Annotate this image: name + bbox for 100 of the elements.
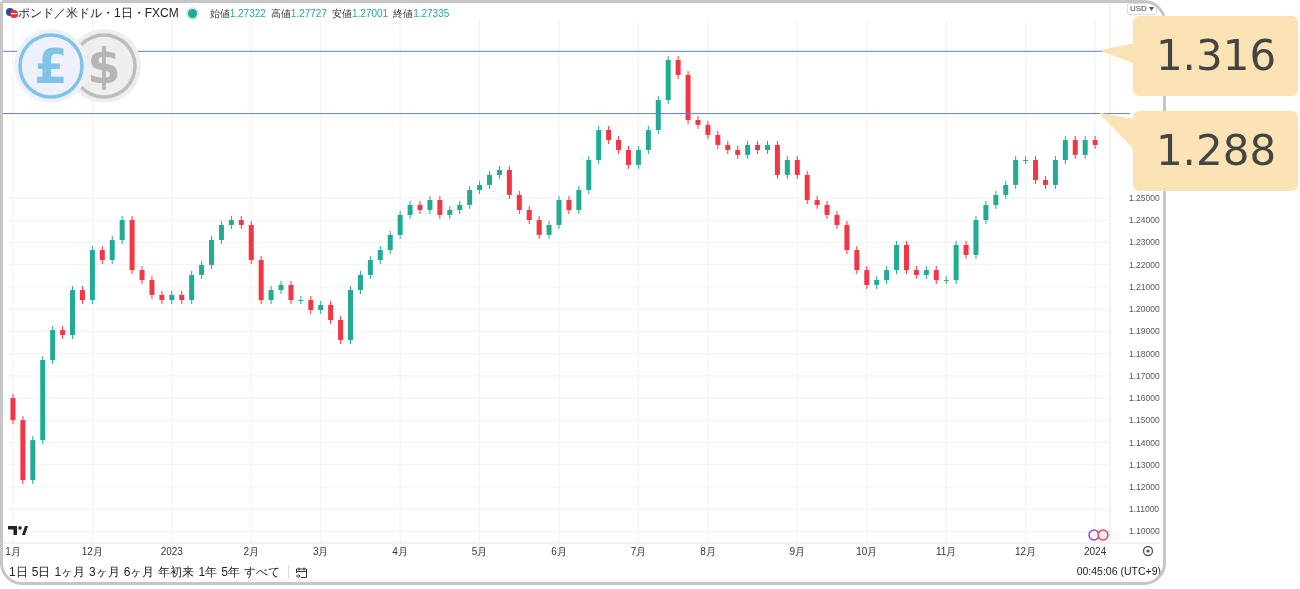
candlestick <box>794 155 800 180</box>
candlestick <box>943 275 949 285</box>
candlestick <box>209 235 214 270</box>
candlestick <box>20 415 26 485</box>
time-axis-label: 11月 <box>936 546 957 557</box>
time-axis-label: 2023 <box>160 546 183 557</box>
range-button[interactable]: 6ヶ月 <box>121 564 157 580</box>
candlestick <box>467 185 473 210</box>
candlestick <box>308 295 314 315</box>
candlestick <box>1042 175 1048 190</box>
candlestick <box>566 195 572 215</box>
candlestick <box>665 55 671 105</box>
price-callout: 1.316 <box>1099 16 1298 96</box>
candlestick <box>387 230 393 255</box>
settings-icon[interactable] <box>1142 545 1154 557</box>
ohlc-value: 1.27001 <box>352 6 389 21</box>
candlestick <box>556 195 562 230</box>
candlestick <box>804 170 810 205</box>
candlestick <box>834 210 840 230</box>
range-button[interactable]: 1日 <box>7 564 30 580</box>
candlestick <box>874 275 880 290</box>
candlestick <box>119 215 125 245</box>
ohlc-label: 高値 <box>270 6 291 21</box>
chart-title: ポンド／米ドル・1日・FXCM <box>18 5 179 22</box>
candlestick <box>1052 155 1058 190</box>
price-axis-label: 1.17000 <box>1129 370 1160 381</box>
candlestick <box>318 300 324 315</box>
candlestick <box>635 145 641 170</box>
price-axis-label: 1.18000 <box>1129 348 1160 359</box>
candlestick <box>89 245 95 305</box>
price-axis-label: 1.21000 <box>1129 281 1160 292</box>
currency-dropdown[interactable]: USD <box>1127 3 1157 15</box>
range-button[interactable]: 5日 <box>29 564 53 580</box>
time-axis-label: 2月 <box>243 546 259 557</box>
price-axis-label: 1.12000 <box>1129 482 1160 492</box>
range-button[interactable]: 1年 <box>196 564 220 580</box>
candlestick <box>774 140 780 180</box>
price-axis-label: 1.14000 <box>1129 437 1160 448</box>
candlestick <box>367 255 373 280</box>
candlestick <box>735 145 741 160</box>
price-axis-label: 1.11000 <box>1129 504 1160 515</box>
price-axis-label: 1.25000 <box>1129 193 1160 204</box>
time-axis-label: 10月 <box>856 546 878 557</box>
range-button[interactable]: 5年 <box>219 564 242 580</box>
candlestick <box>1072 135 1078 160</box>
price-axis-label: 1.10000 <box>1129 526 1160 537</box>
range-button[interactable]: 1ヶ月 <box>52 564 88 580</box>
candlestick <box>824 200 830 220</box>
time-axis-label: 5月 <box>471 546 488 557</box>
candlestick <box>784 155 790 180</box>
candlestick <box>99 245 105 265</box>
candlestick <box>715 130 721 150</box>
candlestick <box>477 180 483 195</box>
time-axis-label: 7月 <box>630 546 647 557</box>
candlestick <box>576 185 582 215</box>
range-button[interactable]: 年初来 <box>156 564 197 580</box>
range-button[interactable]: 3ヶ月 <box>87 564 122 580</box>
price-axis-label: 1.13000 <box>1129 459 1160 470</box>
candlestick <box>1082 135 1088 160</box>
candlestick <box>993 190 999 210</box>
candlestick <box>447 205 453 220</box>
candlestick <box>913 265 919 280</box>
range-button[interactable]: すべて <box>241 564 282 580</box>
time-axis-label: 6月 <box>551 546 567 557</box>
candlestick <box>606 125 612 145</box>
ohlc-label: 安値 <box>332 6 352 21</box>
candlestick <box>79 285 85 305</box>
candlestick <box>675 55 681 80</box>
time-axis-label: 4月 <box>392 546 408 557</box>
candlestick <box>616 135 622 155</box>
candlestick <box>894 240 900 275</box>
candlestick <box>695 115 701 130</box>
candlestick <box>765 140 770 155</box>
candlestick <box>923 265 929 280</box>
candlestick <box>139 265 145 285</box>
candlestick <box>179 290 185 305</box>
candlestick <box>844 220 850 255</box>
candlestick <box>496 165 502 180</box>
candlestick <box>536 215 542 240</box>
ohlc-value: 1.27335 <box>413 6 450 21</box>
price-axis-label: 1.16000 <box>1129 393 1160 404</box>
candlestick <box>1003 180 1009 200</box>
price-callout: 1.288 <box>1099 111 1298 191</box>
candlestick <box>377 245 383 265</box>
candlestick <box>596 125 602 165</box>
candlestick <box>864 265 870 290</box>
price-axis-label: 1.24000 <box>1129 215 1160 226</box>
timezone-clock[interactable]: 00:45:06 (UTC+9) <box>1076 564 1163 580</box>
time-axis-label: 8月 <box>700 546 716 557</box>
horizontal-line[interactable] <box>3 113 1131 115</box>
candlestick <box>248 220 254 265</box>
candlestick <box>60 325 66 340</box>
candlestick <box>705 120 711 140</box>
candlestick <box>338 315 344 345</box>
candlestick <box>685 70 691 125</box>
event-icons[interactable] <box>1088 529 1109 541</box>
candlestick <box>933 265 939 285</box>
calendar-icon[interactable] <box>294 565 308 579</box>
candlestick <box>814 195 820 210</box>
logo-icon <box>8 526 28 535</box>
